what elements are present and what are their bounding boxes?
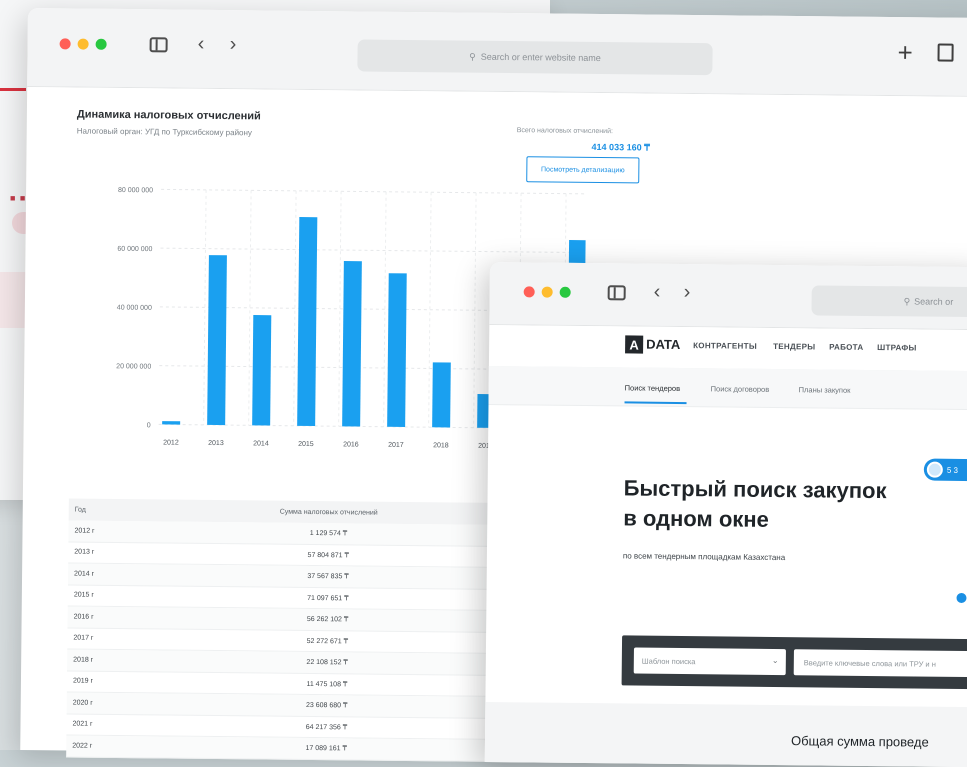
view-details-button[interactable]: Посмотреть детализацию <box>526 156 640 184</box>
tax-table: Год Сумма налоговых отчислений 2012 г 1 1… <box>66 498 509 762</box>
table-cell-sum: 1 129 574 ₸ <box>309 530 348 538</box>
bar-2013 <box>207 255 227 426</box>
table-cell-sum: 11 475 108 ₸ <box>306 680 348 689</box>
keywords-input[interactable]: Введите ключевые слова или ТРУ и н <box>793 649 967 678</box>
forward-arrow-icon[interactable]: › <box>684 281 691 303</box>
sidebar-toggle-icon[interactable] <box>607 285 626 301</box>
nav-fines[interactable]: ШТРАФЫ <box>877 343 917 352</box>
table-cell-year: 2020 г <box>72 699 93 707</box>
y-tick-label: 60 000 000 <box>117 246 152 253</box>
table-cell-sum: 23 608 680 ₸ <box>305 702 348 710</box>
nav-tenders[interactable]: ТЕНДЕРЫ <box>773 342 815 351</box>
table-cell-sum: 17 089 161 ₸ <box>305 745 348 753</box>
new-tab-plus-icon[interactable]: + <box>897 37 913 68</box>
bar-2018 <box>432 362 451 428</box>
table-header-year: Год <box>74 506 86 514</box>
tab-tender-search[interactable]: Поиск тендеров <box>625 383 680 393</box>
forward-arrow-icon[interactable]: › <box>230 33 237 55</box>
x-tick-label: 2014 <box>253 440 269 447</box>
table-cell-sum: 37 567 835 ₸ <box>307 573 349 581</box>
nav-work[interactable]: РАБОТА <box>829 343 863 352</box>
bar-2017 <box>387 273 407 427</box>
address-placeholder: Search or enter website name <box>480 51 601 64</box>
table-cell-year: 2012 г <box>74 527 95 535</box>
tabs-overview-icon[interactable] <box>937 43 954 62</box>
back-arrow-icon[interactable]: ‹ <box>654 281 661 303</box>
table-cell-sum: 52 272 671 ₸ <box>306 637 349 646</box>
y-tick-label: 20 000 000 <box>116 363 151 370</box>
grid-line <box>161 188 587 196</box>
y-tick-label: 0 <box>147 422 151 429</box>
close-window-button[interactable] <box>523 286 535 298</box>
table-header-sum: Сумма налоговых отчислений <box>279 508 378 517</box>
total-sum-heading: Общая сумма проведе <box>790 733 929 750</box>
back-arrow-icon[interactable]: ‹ <box>198 33 205 55</box>
nav-counterparties[interactable]: КОНТРАГЕНТЫ <box>693 341 757 351</box>
tab-contract-search[interactable]: Поиск договоров <box>711 384 770 394</box>
bar-2016 <box>342 261 362 427</box>
total-value: 414 033 160 ₸ <box>591 141 650 153</box>
table-cell-year: 2013 г <box>74 548 95 556</box>
search-icon: ⚲ <box>903 295 911 306</box>
hero-subtitle: по всем тендерным площадкам Казахстана <box>622 551 786 563</box>
bar-2012 <box>162 421 181 425</box>
address-bar[interactable]: ⚲ Search or <box>811 285 967 318</box>
x-tick-label: 2012 <box>163 439 179 446</box>
hero-line-2: в одном окне <box>623 505 769 532</box>
table-cell-sum: 57 804 871 ₸ <box>307 551 350 560</box>
address-bar[interactable]: ⚲ Search or enter website name <box>357 39 713 76</box>
stats-badge: 5 3 <box>923 458 967 482</box>
y-tick-label: 80 000 000 <box>118 187 153 194</box>
hero-line-1: Быстрый поиск закупок <box>623 475 887 504</box>
hero-title: Быстрый поиск закупок в одном окне <box>623 473 944 536</box>
address-placeholder: Search or <box>914 296 954 307</box>
table-cell-sum: 56 262 102 ₸ <box>306 616 349 624</box>
bar-2015 <box>297 217 318 427</box>
browser-titlebar: ‹ › ⚲ Search or <box>489 262 967 331</box>
chevron-down-icon[interactable]: ⌄ <box>772 656 779 665</box>
slider-dot[interactable] <box>956 592 967 604</box>
x-tick-label: 2015 <box>298 441 314 448</box>
x-tick-label: 2017 <box>388 442 404 449</box>
zoom-window-button[interactable] <box>95 38 107 50</box>
logo-mark[interactable]: A <box>625 335 644 354</box>
zoom-window-button[interactable] <box>559 286 571 298</box>
minimize-window-button[interactable] <box>77 38 89 50</box>
x-tick-label: 2016 <box>343 441 359 448</box>
badge-text: 5 3 <box>946 465 959 475</box>
badge-icon <box>926 461 943 478</box>
chart-title: Динамика налоговых отчислений <box>76 108 261 123</box>
total-label: Всего налоговых отчислений: <box>516 127 613 136</box>
table-cell-year: 2019 г <box>72 677 94 685</box>
tab-procurement-plans[interactable]: Планы закупок <box>799 385 851 395</box>
x-tick-label: 2018 <box>433 442 449 449</box>
adata-window: ‹ › ⚲ Search or A DATA КОНТРАГЕНТЫ ТЕНДЕ… <box>484 262 967 767</box>
x-tick-label: 2013 <box>208 440 224 447</box>
table-cell-year: 2015 г <box>73 591 94 599</box>
table-row: 2022 г 17 089 161 ₸ <box>66 735 507 762</box>
table-cell-sum: 64 217 356 ₸ <box>305 723 348 732</box>
browser-titlebar: ‹ › ⚲ Search or enter website name + <box>27 8 967 98</box>
y-tick-label: 40 000 000 <box>117 304 152 311</box>
grid-line <box>160 247 587 254</box>
bar-2014 <box>252 315 272 426</box>
table-cell-year: 2018 г <box>73 656 94 664</box>
table-cell-year: 2017 г <box>73 634 94 642</box>
table-cell-year: 2014 г <box>74 570 95 578</box>
logo-text[interactable]: DATA <box>646 337 680 352</box>
chart-subtitle: Налоговый орган: УГД по Турксибскому рай… <box>76 126 252 138</box>
red-accent-line <box>0 88 26 91</box>
minimize-window-button[interactable] <box>541 286 553 298</box>
search-template-select[interactable]: Шаблон поиска <box>633 647 786 676</box>
search-icon: ⚲ <box>469 51 476 62</box>
table-cell-sum: 71 097 651 ₸ <box>307 594 349 603</box>
sidebar-toggle-icon[interactable] <box>149 37 168 53</box>
close-window-button[interactable] <box>59 38 71 50</box>
table-cell-sum: 22 108 152 ₸ <box>306 659 348 667</box>
table-cell-year: 2016 г <box>73 613 94 621</box>
table-cell-year: 2021 г <box>72 720 93 728</box>
